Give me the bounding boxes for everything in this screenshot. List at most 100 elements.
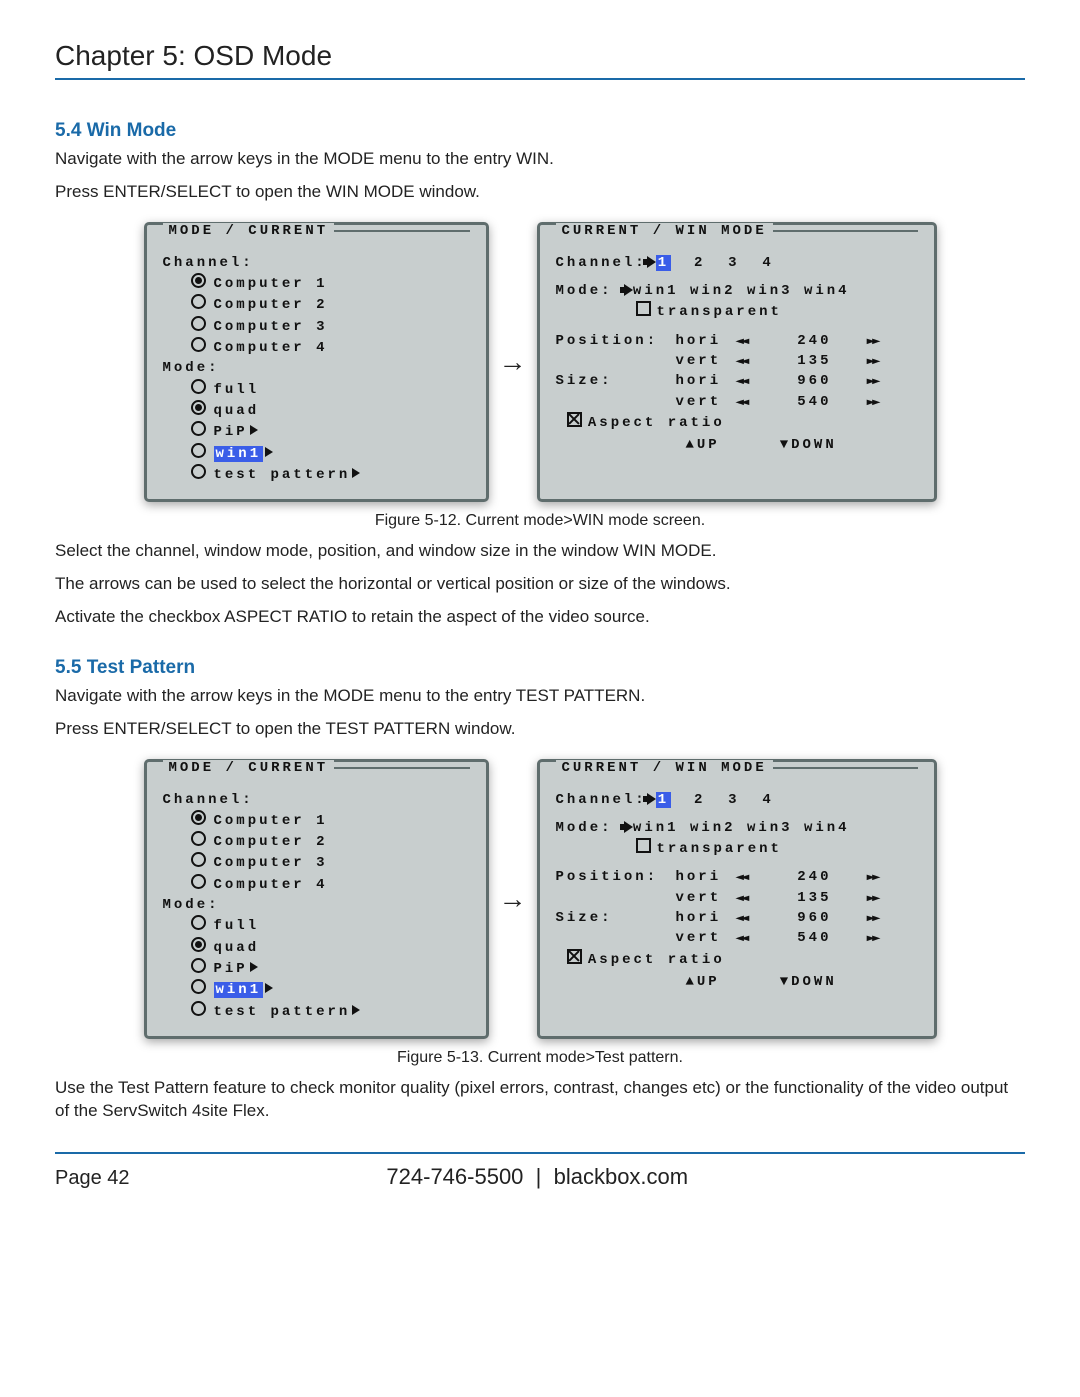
mode-select-row: Mode: win1 win2 win3 win4	[556, 281, 918, 301]
osd-mode-current: MODE / CURRENT Channel: Computer 1 Compu…	[144, 222, 489, 502]
osd-mode-current: MODE / CURRENT Channel: Computer 1 Compu…	[144, 759, 489, 1039]
radio-mode-full[interactable]: full	[191, 915, 470, 936]
figure-13: MODE / CURRENT Channel: Computer 1 Compu…	[55, 759, 1025, 1039]
step-right-icon[interactable]: ►►	[832, 392, 878, 412]
size-hori-row: Size:hori◄◄960►►	[556, 371, 918, 391]
radio-empty-icon	[191, 831, 206, 846]
mode-win3[interactable]: win3	[747, 820, 793, 836]
radio-mode-quad[interactable]: quad	[191, 400, 470, 421]
radio-computer-1[interactable]: Computer 1	[191, 810, 470, 831]
radio-empty-icon	[191, 464, 206, 479]
arrow-right-icon: →	[499, 348, 527, 376]
radio-computer-4[interactable]: Computer 4	[191, 337, 470, 358]
step-left-icon[interactable]: ◄◄	[736, 392, 782, 412]
size-hori-row: Size:hori◄◄960►►	[556, 908, 918, 928]
checkbox-empty-icon	[636, 838, 651, 853]
radio-selected-icon	[191, 810, 206, 825]
aspect-ratio-checkbox[interactable]: Aspect ratio	[556, 412, 918, 433]
step-right-icon[interactable]: ►►	[832, 331, 878, 351]
radio-empty-icon	[191, 874, 206, 889]
mode-win1[interactable]: win1	[633, 820, 679, 836]
radio-computer-1[interactable]: Computer 1	[191, 273, 470, 294]
radio-mode-full[interactable]: full	[191, 379, 470, 400]
section-55-p1: Navigate with the arrow keys in the MODE…	[55, 685, 1025, 708]
mode-win4[interactable]: win4	[804, 820, 850, 836]
radio-computer-3[interactable]: Computer 3	[191, 316, 470, 337]
checkbox-empty-icon	[636, 301, 651, 316]
radio-mode-pip[interactable]: PiP	[191, 421, 470, 442]
mode-win2[interactable]: win2	[690, 820, 736, 836]
size-vert-row: vert◄◄540►►	[556, 392, 918, 412]
step-right-icon[interactable]: ►►	[832, 371, 878, 391]
transparent-checkbox[interactable]: transparent	[556, 838, 918, 859]
radio-empty-icon	[191, 316, 206, 331]
position-vert-row: vert◄◄135►►	[556, 888, 918, 908]
mode-win3[interactable]: win3	[747, 283, 793, 299]
channel-2[interactable]: 2	[694, 255, 705, 271]
section-54-p1: Navigate with the arrow keys in the MODE…	[55, 148, 1025, 171]
step-right-icon[interactable]: ►►	[832, 351, 878, 371]
step-right-icon[interactable]: ►►	[832, 928, 878, 948]
section-55-title: 5.5 Test Pattern	[55, 657, 1025, 679]
channel-2[interactable]: 2	[694, 792, 705, 808]
position-hori-row: Position:hori◄◄240►►	[556, 867, 918, 887]
mode-win2[interactable]: win2	[690, 283, 736, 299]
radio-mode-test-pattern[interactable]: test pattern	[191, 464, 470, 485]
submenu-arrow-icon	[250, 425, 258, 435]
step-right-icon[interactable]: ►►	[832, 867, 878, 887]
after-fig12-p1: Select the channel, window mode, positio…	[55, 540, 1025, 563]
position-vert-row: vert◄◄135►►	[556, 351, 918, 371]
size-vert-row: vert◄◄540►►	[556, 928, 918, 948]
osd-current-winmode: CURRENT / WIN MODE Channel:1 2 3 4 Mode:…	[537, 759, 937, 1039]
mode-win4[interactable]: win4	[804, 283, 850, 299]
radio-mode-win1[interactable]: win1	[191, 443, 470, 464]
radio-computer-4[interactable]: Computer 4	[191, 874, 470, 895]
pointer-icon	[647, 256, 656, 268]
radio-selected-icon	[191, 273, 206, 288]
step-right-icon[interactable]: ►►	[832, 888, 878, 908]
channel-4[interactable]: 4	[762, 255, 773, 271]
radio-empty-icon	[191, 852, 206, 867]
footer-phone: 724-746-5500	[386, 1164, 523, 1189]
step-left-icon[interactable]: ◄◄	[736, 867, 782, 887]
radio-computer-3[interactable]: Computer 3	[191, 852, 470, 873]
transparent-checkbox[interactable]: transparent	[556, 301, 918, 322]
figure-13-caption: Figure 5-13. Current mode>Test pattern.	[55, 1049, 1025, 1067]
channel-3[interactable]: 3	[728, 792, 739, 808]
step-right-icon[interactable]: ►►	[832, 908, 878, 928]
aspect-ratio-checkbox[interactable]: Aspect ratio	[556, 949, 918, 970]
pointer-icon	[624, 821, 633, 833]
channel-1[interactable]: 1	[656, 255, 671, 271]
up-button[interactable]: ▲UP	[686, 972, 720, 992]
page-number: Page 42	[55, 1167, 130, 1190]
figure-12-caption: Figure 5-12. Current mode>WIN mode scree…	[55, 512, 1025, 530]
checkbox-checked-icon	[567, 949, 582, 964]
step-left-icon[interactable]: ◄◄	[736, 908, 782, 928]
step-left-icon[interactable]: ◄◄	[736, 888, 782, 908]
radio-empty-icon	[191, 294, 206, 309]
mode-win1[interactable]: win1	[633, 283, 679, 299]
radio-mode-test-pattern[interactable]: test pattern	[191, 1001, 470, 1022]
radio-mode-pip[interactable]: PiP	[191, 958, 470, 979]
up-button[interactable]: ▲UP	[686, 435, 720, 455]
channel-4[interactable]: 4	[762, 792, 773, 808]
page-footer: Page 42 724-746-5500 | blackbox.com	[55, 1164, 1025, 1190]
step-left-icon[interactable]: ◄◄	[736, 371, 782, 391]
step-left-icon[interactable]: ◄◄	[736, 331, 782, 351]
after-fig13-p1: Use the Test Pattern feature to check mo…	[55, 1077, 1025, 1123]
radio-computer-2[interactable]: Computer 2	[191, 831, 470, 852]
step-left-icon[interactable]: ◄◄	[736, 928, 782, 948]
position-hori-row: Position:hori◄◄240►►	[556, 331, 918, 351]
section-54-title: 5.4 Win Mode	[55, 120, 1025, 142]
mode-label: Mode:	[163, 895, 470, 915]
channel-3[interactable]: 3	[728, 255, 739, 271]
section-55-p2: Press ENTER/SELECT to open the TEST PATT…	[55, 718, 1025, 741]
radio-mode-win1[interactable]: win1	[191, 979, 470, 1000]
top-rule	[55, 78, 1025, 80]
radio-computer-2[interactable]: Computer 2	[191, 294, 470, 315]
step-left-icon[interactable]: ◄◄	[736, 351, 782, 371]
down-button[interactable]: ▼DOWN	[780, 435, 837, 455]
down-button[interactable]: ▼DOWN	[780, 972, 837, 992]
radio-mode-quad[interactable]: quad	[191, 937, 470, 958]
channel-1[interactable]: 1	[656, 792, 671, 808]
